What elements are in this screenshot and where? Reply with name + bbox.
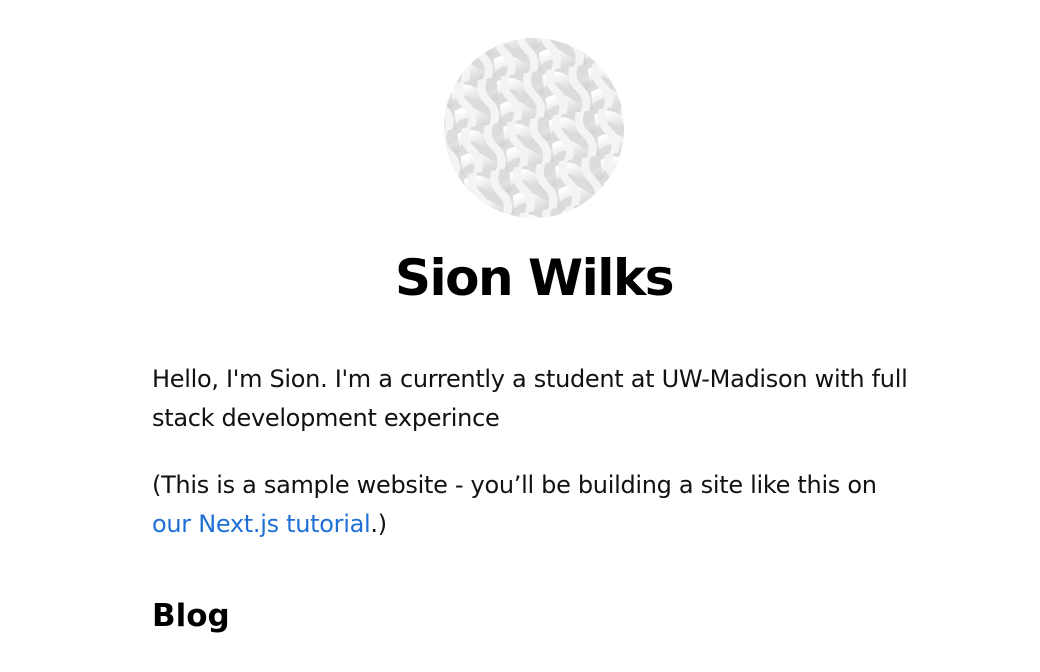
profile-avatar bbox=[444, 38, 624, 218]
profile-name: Sion Wilks bbox=[395, 249, 674, 307]
main-content: Hello, I'm Sion. I'm a currently a stude… bbox=[152, 360, 912, 636]
page: Sion Wilks Hello, I'm Sion. I'm a curren… bbox=[0, 0, 1040, 672]
note-paragraph: (This is a sample website - you’ll be bu… bbox=[152, 466, 912, 544]
note-prefix: (This is a sample website - you’ll be bu… bbox=[152, 471, 877, 499]
woven-pattern-avatar-icon bbox=[444, 38, 624, 218]
nextjs-tutorial-link[interactable]: our Next.js tutorial bbox=[152, 510, 371, 538]
note-suffix: .) bbox=[370, 510, 387, 538]
blog-heading: Blog bbox=[152, 598, 230, 634]
intro-paragraph: Hello, I'm Sion. I'm a currently a stude… bbox=[152, 365, 908, 432]
